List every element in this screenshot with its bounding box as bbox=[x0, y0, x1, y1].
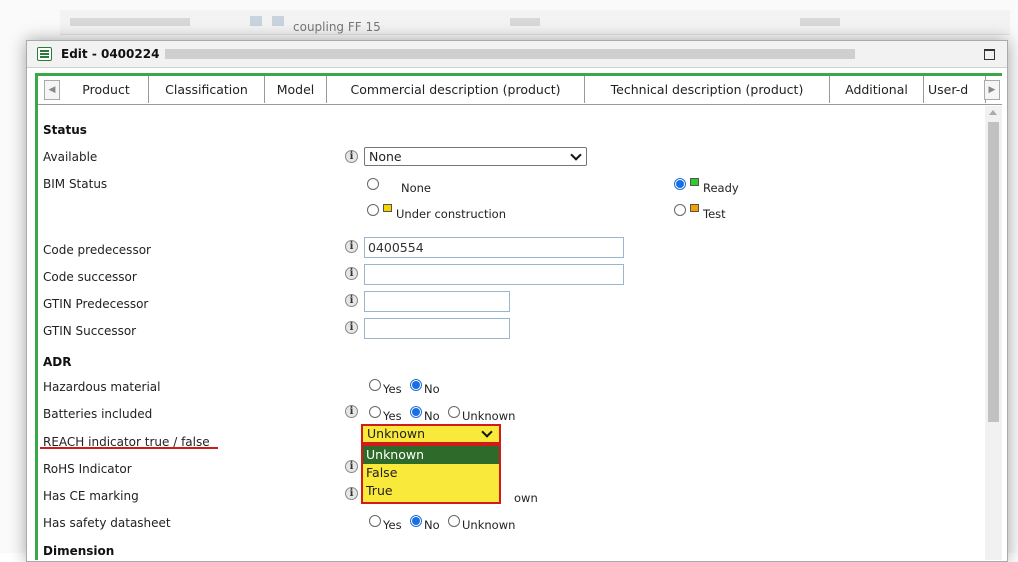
bim-ready-radio[interactable] bbox=[674, 178, 686, 190]
batteries-unknown-radio[interactable] bbox=[448, 406, 460, 418]
reach-indicator-select[interactable]: Unknown bbox=[361, 424, 501, 444]
gtin-predecessor-input[interactable] bbox=[364, 291, 510, 312]
batteries-unknown-label: Unknown bbox=[462, 409, 516, 423]
dialog-titlebar: Edit - 0400224 bbox=[27, 41, 1007, 68]
info-icon[interactable]: i bbox=[345, 240, 358, 253]
maximize-icon[interactable] bbox=[984, 49, 995, 60]
rohs-indicator-label: RoHS Indicator bbox=[43, 462, 132, 476]
batteries-included-label: Batteries included bbox=[43, 407, 153, 421]
batteries-yes-label: Yes bbox=[383, 409, 402, 423]
available-label: Available bbox=[43, 150, 98, 164]
scroll-up-icon[interactable] bbox=[989, 110, 997, 115]
info-icon[interactable]: i bbox=[345, 267, 358, 280]
chevron-down-icon bbox=[481, 426, 493, 438]
tab-bar: ◀ Product Classification Model Commercia… bbox=[38, 76, 1002, 105]
safety-yes-label: Yes bbox=[383, 518, 402, 532]
ce-marking-label: Has CE marking bbox=[43, 489, 139, 503]
test-status-icon bbox=[690, 204, 699, 212]
code-successor-input[interactable] bbox=[364, 264, 624, 285]
batteries-no-label: No bbox=[424, 409, 440, 423]
hazardous-yes-label: Yes bbox=[383, 382, 402, 396]
bim-none-label: None bbox=[401, 181, 432, 195]
gtin-predecessor-label: GTIN Predecessor bbox=[43, 297, 149, 311]
blurred-text bbox=[510, 18, 540, 26]
reach-option-false[interactable]: False bbox=[363, 464, 499, 482]
dialog-title: Edit - 0400224 bbox=[61, 47, 160, 61]
info-icon[interactable]: i bbox=[345, 321, 358, 334]
scroll-thumb[interactable] bbox=[988, 122, 999, 422]
reach-option-unknown[interactable]: Unknown bbox=[363, 446, 499, 464]
tab-commercial-description[interactable]: Commercial description (product) bbox=[327, 76, 585, 103]
info-icon[interactable]: i bbox=[345, 460, 358, 473]
bim-test-radio[interactable] bbox=[674, 204, 686, 216]
bim-under-construction-radio[interactable] bbox=[367, 204, 379, 216]
chevron-down-icon bbox=[570, 149, 582, 161]
tab-classification[interactable]: Classification bbox=[149, 76, 265, 103]
blurred-title bbox=[165, 49, 855, 59]
ready-status-icon bbox=[690, 178, 699, 186]
bim-under-construction-label: Under construction bbox=[396, 207, 506, 221]
reach-selected-value: Unknown bbox=[367, 426, 426, 441]
gtin-successor-input[interactable] bbox=[364, 318, 510, 339]
available-value: None bbox=[369, 149, 402, 164]
info-icon[interactable]: i bbox=[345, 405, 358, 418]
construction-status-icon bbox=[383, 204, 392, 212]
background-row-text: coupling FF 15 bbox=[293, 20, 381, 34]
tab-scroll-left-icon[interactable]: ◀ bbox=[44, 80, 60, 100]
folder-icon bbox=[250, 16, 262, 26]
tab-technical-description[interactable]: Technical description (product) bbox=[585, 76, 830, 103]
info-icon[interactable]: i bbox=[345, 294, 358, 307]
tab-frame: ◀ Product Classification Model Commercia… bbox=[35, 73, 1002, 560]
tab-additional[interactable]: Additional bbox=[830, 76, 924, 103]
code-predecessor-label: Code predecessor bbox=[43, 243, 151, 257]
reach-option-true[interactable]: True bbox=[363, 482, 499, 500]
tab-user-defined[interactable]: User-d bbox=[924, 76, 986, 103]
batteries-no-radio[interactable] bbox=[410, 406, 422, 418]
hazardous-no-label: No bbox=[424, 382, 440, 396]
available-select[interactable]: None bbox=[364, 147, 587, 166]
document-icon bbox=[272, 16, 284, 26]
bim-ready-label: Ready bbox=[703, 181, 739, 195]
tab-scroll-right-icon[interactable]: ▶ bbox=[984, 80, 1000, 100]
reach-options-list: Unknown False True bbox=[361, 444, 501, 504]
reach-label-underline bbox=[40, 447, 218, 449]
bim-status-label: BIM Status bbox=[43, 177, 108, 191]
ce-unknown-label-partial: own bbox=[514, 491, 538, 505]
safety-no-radio[interactable] bbox=[410, 515, 422, 527]
batteries-yes-radio[interactable] bbox=[369, 406, 381, 418]
additional-tab-content: Status Available i None BIM Status None … bbox=[38, 106, 988, 560]
safety-yes-radio[interactable] bbox=[369, 515, 381, 527]
gtin-successor-label: GTIN Successor bbox=[43, 324, 137, 338]
code-successor-label: Code successor bbox=[43, 270, 137, 284]
vertical-scrollbar[interactable] bbox=[985, 106, 1002, 560]
tab-product[interactable]: Product bbox=[64, 76, 149, 103]
safety-datasheet-label: Has safety datasheet bbox=[43, 516, 171, 530]
safety-unknown-radio[interactable] bbox=[448, 515, 460, 527]
bim-test-label: Test bbox=[703, 207, 726, 221]
form-icon bbox=[37, 47, 52, 61]
blurred-text bbox=[800, 18, 840, 26]
hazardous-no-radio[interactable] bbox=[410, 379, 422, 391]
bim-none-radio[interactable] bbox=[367, 178, 379, 190]
hazardous-material-label: Hazardous material bbox=[43, 380, 161, 394]
info-icon[interactable]: i bbox=[345, 150, 358, 163]
background-table-row: coupling FF 15 bbox=[60, 10, 1010, 35]
blurred-text bbox=[70, 18, 190, 26]
info-icon[interactable]: i bbox=[345, 487, 358, 500]
tab-model[interactable]: Model bbox=[265, 76, 327, 103]
edit-dialog: Edit - 0400224 ◀ Product Classification … bbox=[26, 40, 1008, 562]
hazardous-yes-radio[interactable] bbox=[369, 379, 381, 391]
adr-heading: ADR bbox=[43, 355, 72, 369]
status-heading: Status bbox=[43, 123, 87, 137]
code-predecessor-input[interactable]: 0400554 bbox=[364, 237, 624, 258]
safety-unknown-label: Unknown bbox=[462, 518, 516, 532]
safety-no-label: No bbox=[424, 518, 440, 532]
dimension-heading: Dimension bbox=[43, 544, 115, 558]
